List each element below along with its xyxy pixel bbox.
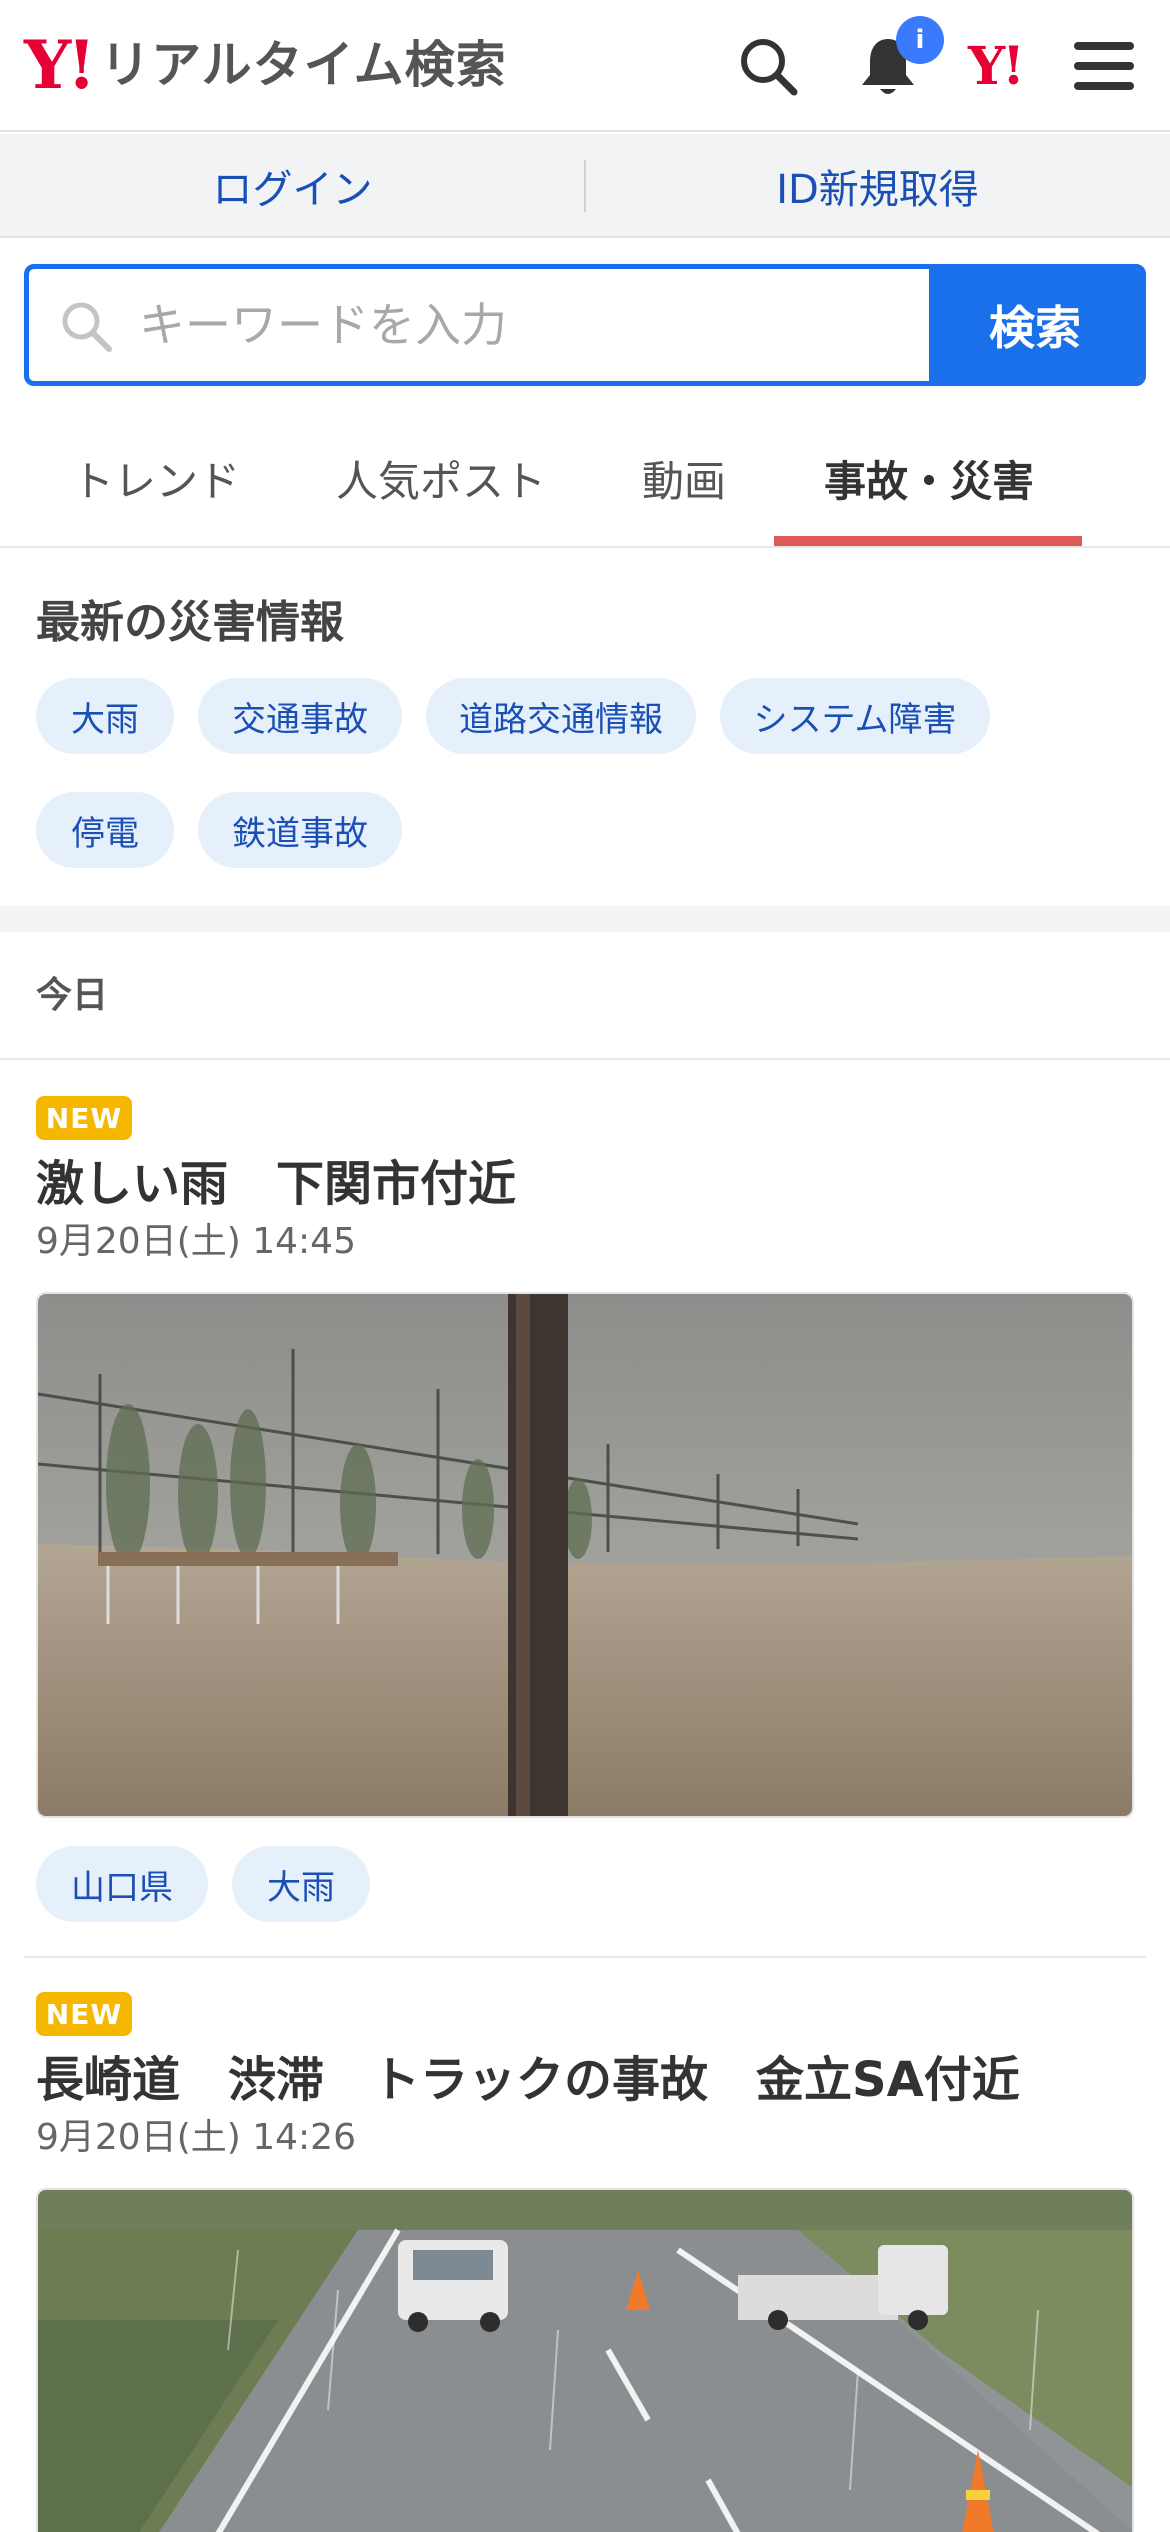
disaster-chip[interactable]: 道路交通情報 bbox=[426, 678, 696, 754]
article-image[interactable] bbox=[36, 1292, 1134, 1818]
disaster-chip[interactable]: 停電 bbox=[36, 792, 174, 868]
search-input[interactable] bbox=[139, 287, 939, 363]
tab-popular-posts[interactable]: 人気ポスト bbox=[336, 448, 546, 509]
disaster-chip[interactable]: システム障害 bbox=[720, 678, 990, 754]
disaster-chip[interactable]: 鉄道事故 bbox=[198, 792, 402, 868]
yahoo-mark-icon[interactable]: Y! bbox=[968, 36, 1025, 97]
search-field-icon bbox=[57, 297, 115, 359]
search-box: 検索 bbox=[24, 264, 1146, 386]
search-icon[interactable] bbox=[730, 28, 806, 104]
article-tag[interactable]: 大雨 bbox=[232, 1846, 370, 1922]
disaster-info-section: 最新の災害情報 大雨 交通事故 道路交通情報 システム障害 停電 鉄道事故 bbox=[0, 550, 1170, 906]
article-tag[interactable]: 山口県 bbox=[36, 1846, 208, 1922]
new-badge: NEW bbox=[36, 1096, 132, 1140]
disaster-info-title: 最新の災害情報 bbox=[36, 597, 344, 648]
tab-trend[interactable]: トレンド bbox=[72, 448, 240, 509]
logo-y-mark: Y! bbox=[24, 26, 96, 104]
notification-badge: i bbox=[896, 16, 944, 64]
tab-video[interactable]: 動画 bbox=[642, 448, 726, 509]
page: Y! リアルタイム検索 i Y! ログイン ID新規取得 キーワードを入力 検索… bbox=[0, 0, 1170, 2532]
logo-text: リアルタイム検索 bbox=[100, 36, 507, 94]
register-link[interactable]: ID新規取得 bbox=[585, 134, 1170, 238]
active-tab-indicator bbox=[774, 536, 1082, 546]
category-tabs: トレンド 人気ポスト 動画 事故・災害 bbox=[0, 410, 1170, 548]
article-image[interactable] bbox=[36, 2188, 1134, 2532]
login-bar: ログイン ID新規取得 bbox=[0, 134, 1170, 238]
disaster-chip[interactable]: 交通事故 bbox=[198, 678, 402, 754]
disaster-chip[interactable]: 大雨 bbox=[36, 678, 174, 754]
today-label: 今日 bbox=[36, 975, 109, 1016]
new-badge: NEW bbox=[36, 1992, 132, 2036]
section-gap bbox=[0, 906, 1170, 932]
article-title[interactable]: 長崎道 渋滞 トラックの事故 金立SA付近 bbox=[36, 2040, 1020, 2110]
search-button[interactable]: 検索 bbox=[929, 269, 1141, 381]
app-header: Y! リアルタイム検索 i Y! bbox=[0, 0, 1170, 132]
article-title[interactable]: 激しい雨 下関市付近 bbox=[36, 1144, 516, 1214]
yahoo-realtime-logo[interactable]: Y! リアルタイム検索 bbox=[24, 30, 507, 100]
tab-accident-disaster[interactable]: 事故・災害 bbox=[824, 448, 1034, 509]
article-date: 9月20日(土) 14:45 bbox=[36, 1221, 356, 1262]
menu-icon[interactable] bbox=[1066, 28, 1142, 104]
login-link[interactable]: ログイン bbox=[0, 134, 585, 238]
article-separator bbox=[24, 1956, 1146, 1958]
article-date: 9月20日(土) 14:26 bbox=[36, 2117, 356, 2158]
today-header: 今日 bbox=[0, 932, 1170, 1060]
